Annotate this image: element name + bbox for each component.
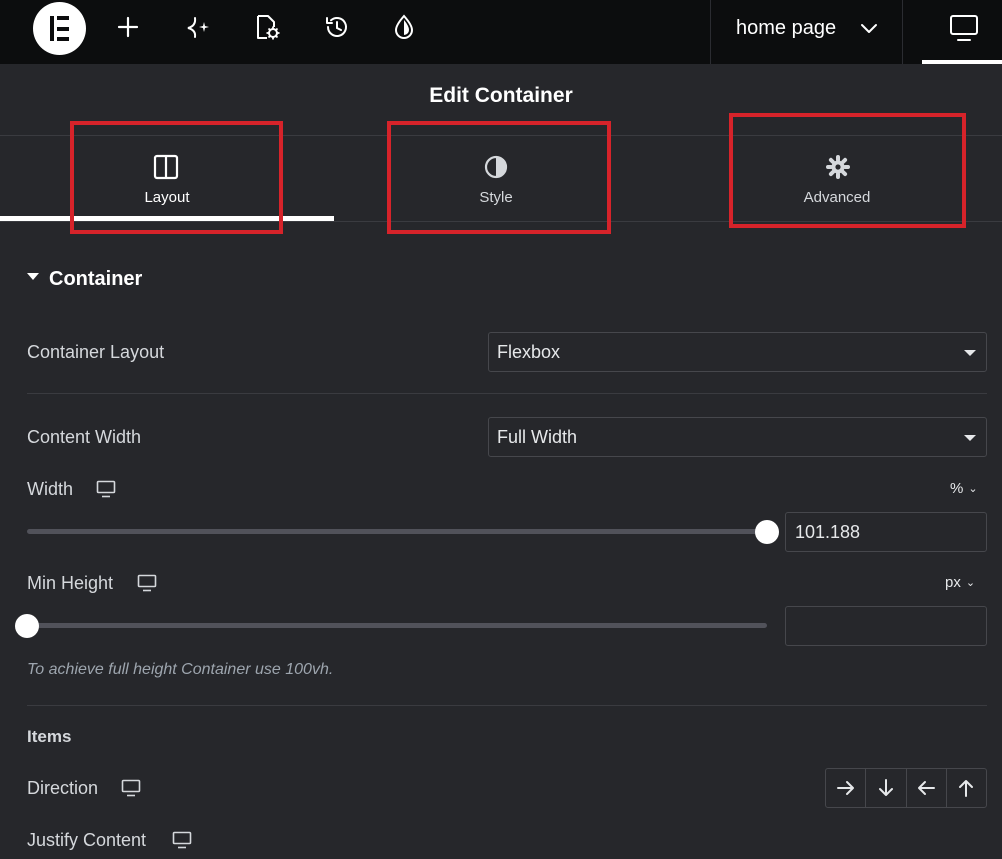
chevron-down-icon: ⌄ bbox=[968, 483, 978, 495]
width-slider-track[interactable] bbox=[27, 529, 767, 534]
min-height-unit-selector[interactable]: px ⌄ bbox=[945, 574, 975, 591]
ai-sparkle-icon[interactable] bbox=[181, 10, 215, 44]
responsive-mode-button[interactable] bbox=[922, 0, 1002, 64]
content-width-select[interactable]: Full Width bbox=[488, 417, 987, 457]
min-height-slider-track[interactable] bbox=[27, 623, 767, 628]
min-height-label: Min Height bbox=[27, 573, 114, 593]
add-icon[interactable] bbox=[111, 10, 145, 44]
desktop-icon[interactable] bbox=[137, 574, 157, 592]
direction-button-group bbox=[825, 768, 987, 808]
control-divider bbox=[27, 705, 987, 706]
control-divider bbox=[27, 393, 987, 394]
section-title: Container bbox=[49, 268, 143, 290]
caret-down-icon bbox=[964, 350, 976, 356]
highlight-box-style bbox=[387, 121, 611, 234]
document-selector[interactable]: home page bbox=[710, 0, 903, 64]
select-value: Full Width bbox=[497, 427, 578, 447]
caret-down-icon bbox=[964, 435, 976, 441]
width-slider-handle[interactable] bbox=[755, 520, 779, 544]
direction-row-button[interactable] bbox=[826, 769, 867, 807]
width-label: Width bbox=[27, 479, 74, 499]
section-toggle-container[interactable]: Container bbox=[27, 268, 142, 291]
direction-label: Direction bbox=[27, 778, 99, 798]
arrow-left-icon bbox=[918, 781, 936, 795]
container-layout-select[interactable]: Flexbox bbox=[488, 332, 987, 372]
editor-topbar: home page bbox=[0, 0, 1002, 64]
panel-title: Edit Container bbox=[429, 84, 573, 107]
desktop-icon[interactable] bbox=[121, 779, 141, 797]
chevron-down-icon: ⌄ bbox=[965, 577, 976, 589]
desktop-icon bbox=[950, 15, 978, 41]
highlight-box-advanced bbox=[729, 113, 966, 228]
elementor-logo[interactable] bbox=[33, 2, 86, 55]
width-unit-selector[interactable]: % ⌄ bbox=[950, 480, 978, 497]
responsive-active-indicator bbox=[922, 60, 1002, 64]
direction-row-reverse-button[interactable] bbox=[907, 769, 947, 807]
direction-column-reverse-button[interactable] bbox=[947, 769, 986, 807]
container-layout-label: Container Layout bbox=[27, 342, 165, 362]
min-height-input[interactable] bbox=[785, 606, 987, 646]
unit-label: % bbox=[950, 480, 964, 497]
direction-column-button[interactable] bbox=[866, 769, 907, 807]
arrow-down-icon bbox=[878, 779, 893, 796]
width-input[interactable]: 101.188 bbox=[785, 512, 987, 552]
page-settings-icon[interactable] bbox=[250, 10, 284, 44]
input-value: 101.188 bbox=[795, 522, 861, 542]
site-settings-icon[interactable] bbox=[387, 10, 421, 44]
min-height-slider-handle[interactable] bbox=[15, 614, 39, 638]
unit-label: px bbox=[945, 574, 961, 591]
desktop-icon[interactable] bbox=[172, 831, 192, 849]
min-height-hint: To achieve full height Container use 100… bbox=[27, 661, 334, 678]
history-icon[interactable] bbox=[319, 10, 353, 44]
select-value: Flexbox bbox=[497, 342, 561, 362]
arrow-up-icon bbox=[959, 780, 974, 797]
arrow-right-icon bbox=[836, 781, 854, 795]
justify-content-label: Justify Content bbox=[27, 830, 147, 850]
document-label: home page bbox=[736, 17, 837, 39]
caret-down-icon bbox=[27, 273, 39, 281]
chevron-down-icon bbox=[859, 18, 879, 38]
content-width-label: Content Width bbox=[27, 427, 142, 447]
items-heading: Items bbox=[27, 727, 72, 746]
highlight-box-layout bbox=[70, 121, 283, 234]
desktop-icon[interactable] bbox=[96, 480, 116, 498]
